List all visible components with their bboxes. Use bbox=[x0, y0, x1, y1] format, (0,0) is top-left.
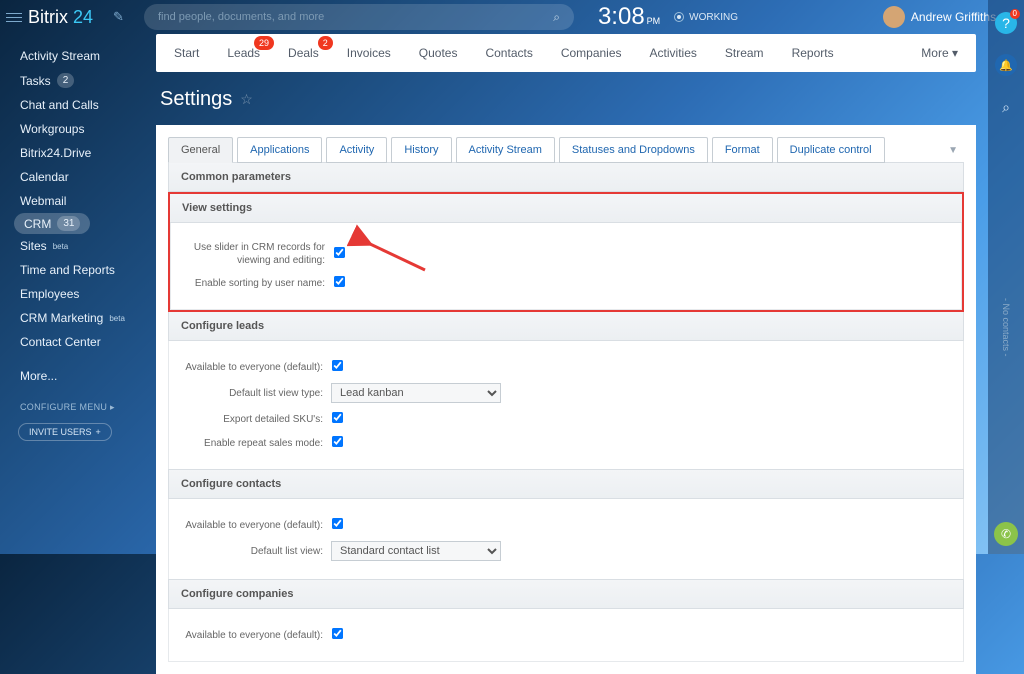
sidebar-item-chat[interactable]: Chat and Calls bbox=[0, 93, 148, 117]
opt-sort-username-label: Enable sorting by user name: bbox=[183, 277, 333, 290]
sidebar-item-calendar[interactable]: Calendar bbox=[0, 165, 148, 189]
left-sidebar: Activity Stream Tasks2 Chat and Calls Wo… bbox=[0, 34, 148, 554]
bell-icon[interactable]: 🔔 bbox=[995, 54, 1017, 76]
leads-repeat-checkbox[interactable] bbox=[332, 436, 343, 447]
edit-icon[interactable]: ✎ bbox=[113, 9, 124, 25]
sidebar-item-activity-stream[interactable]: Activity Stream bbox=[0, 44, 148, 68]
page-title: Settings☆ bbox=[160, 88, 972, 111]
sidebar-item-crm-marketing[interactable]: CRM Marketingbeta bbox=[0, 306, 148, 330]
tab-activity-stream[interactable]: Activity Stream bbox=[456, 137, 555, 163]
invite-users-button[interactable]: INVITE USERS + bbox=[18, 423, 112, 441]
tab-history[interactable]: History bbox=[391, 137, 451, 163]
sidebar-item-employees[interactable]: Employees bbox=[0, 282, 148, 306]
tab-applications[interactable]: Applications bbox=[237, 137, 322, 163]
sidebar-item-contact-center[interactable]: Contact Center bbox=[0, 330, 148, 354]
sidebar-item-tasks[interactable]: Tasks2 bbox=[0, 68, 148, 93]
work-status[interactable]: WORKING bbox=[674, 12, 738, 23]
contacts-view-label: Default list view: bbox=[181, 545, 331, 558]
logo[interactable]: Bitrix 24 bbox=[28, 7, 93, 28]
rail-contacts-label: - No contacts - bbox=[1001, 298, 1011, 357]
sidebar-item-more[interactable]: More... bbox=[0, 364, 148, 388]
section-configure-leads: Configure leads bbox=[168, 311, 964, 341]
tab-statuses[interactable]: Statuses and Dropdowns bbox=[559, 137, 708, 163]
rail-search-icon[interactable]: ⌕ bbox=[995, 96, 1017, 118]
section-configure-contacts: Configure contacts bbox=[168, 469, 964, 499]
tabs-more-icon[interactable]: ▼ bbox=[942, 145, 964, 156]
crm-nav-activities[interactable]: Activities bbox=[650, 46, 697, 60]
star-icon[interactable]: ☆ bbox=[240, 91, 253, 108]
global-search[interactable]: ⌕ bbox=[144, 4, 574, 30]
tab-duplicate[interactable]: Duplicate control bbox=[777, 137, 885, 163]
contacts-avail-label: Available to everyone (default): bbox=[181, 519, 331, 532]
crm-nav-stream[interactable]: Stream bbox=[725, 46, 764, 60]
section-view-settings: View settings bbox=[170, 194, 962, 223]
crm-nav-companies[interactable]: Companies bbox=[561, 46, 622, 60]
leads-sku-checkbox[interactable] bbox=[332, 412, 343, 423]
sidebar-item-workgroups[interactable]: Workgroups bbox=[0, 117, 148, 141]
help-icon[interactable]: ?0 bbox=[995, 12, 1017, 34]
contacts-view-select[interactable]: Standard contact list bbox=[331, 541, 501, 561]
tab-general[interactable]: General bbox=[168, 137, 233, 163]
avatar bbox=[883, 6, 905, 28]
phone-icon[interactable]: ✆ bbox=[994, 522, 1018, 546]
section-configure-companies: Configure companies bbox=[168, 579, 964, 609]
clock[interactable]: 3:08PM bbox=[598, 3, 660, 31]
companies-avail-label: Available to everyone (default): bbox=[181, 629, 331, 642]
sidebar-item-crm[interactable]: CRM31 bbox=[14, 213, 90, 234]
companies-avail-checkbox[interactable] bbox=[332, 628, 343, 639]
crm-nav-start[interactable]: Start bbox=[174, 46, 199, 60]
leads-sku-label: Export detailed SKU's: bbox=[181, 413, 331, 426]
opt-slider-checkbox[interactable] bbox=[334, 247, 345, 258]
crm-nav-leads[interactable]: Leads29 bbox=[227, 46, 260, 60]
leads-avail-checkbox[interactable] bbox=[332, 360, 343, 371]
configure-menu-link[interactable]: CONFIGURE MENU ▸ bbox=[0, 402, 148, 413]
sidebar-item-drive[interactable]: Bitrix24.Drive bbox=[0, 141, 148, 165]
user-name: Andrew Griffiths bbox=[911, 10, 996, 24]
highlight-view-settings: View settings Use slider in CRM records … bbox=[168, 192, 964, 312]
contacts-avail-checkbox[interactable] bbox=[332, 518, 343, 529]
leads-avail-label: Available to everyone (default): bbox=[181, 361, 331, 374]
leads-repeat-label: Enable repeat sales mode: bbox=[181, 437, 331, 450]
sidebar-item-time-reports[interactable]: Time and Reports bbox=[0, 258, 148, 282]
opt-sort-username-checkbox[interactable] bbox=[334, 276, 345, 287]
tab-format[interactable]: Format bbox=[712, 137, 773, 163]
tab-activity[interactable]: Activity bbox=[326, 137, 387, 163]
hamburger-menu[interactable] bbox=[6, 13, 22, 22]
section-common-parameters: Common parameters bbox=[168, 162, 964, 192]
opt-slider-label: Use slider in CRM records for viewing an… bbox=[183, 241, 333, 267]
leads-view-label: Default list view type: bbox=[181, 387, 331, 400]
leads-view-select[interactable]: Lead kanban bbox=[331, 383, 501, 403]
crm-nav-contacts[interactable]: Contacts bbox=[485, 46, 532, 60]
sidebar-item-webmail[interactable]: Webmail bbox=[0, 189, 148, 213]
crm-nav-more[interactable]: More ▾ bbox=[921, 46, 958, 60]
crm-nav-reports[interactable]: Reports bbox=[792, 46, 834, 60]
crm-nav-quotes[interactable]: Quotes bbox=[419, 46, 458, 60]
sidebar-item-sites[interactable]: Sitesbeta bbox=[0, 234, 148, 258]
search-icon[interactable]: ⌕ bbox=[553, 10, 560, 25]
crm-nav-deals[interactable]: Deals2 bbox=[288, 46, 319, 60]
crm-nav-invoices[interactable]: Invoices bbox=[347, 46, 391, 60]
crm-nav: Start Leads29 Deals2 Invoices Quotes Con… bbox=[156, 34, 976, 72]
search-input[interactable] bbox=[158, 11, 553, 23]
